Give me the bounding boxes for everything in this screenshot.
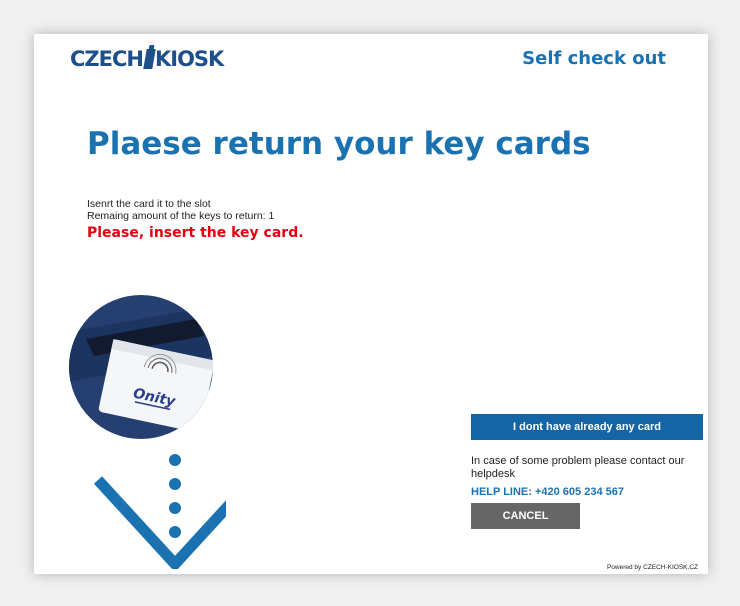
instruction-insert: Isenrt the card it to the slot: [87, 198, 211, 210]
card-insert-illustration: Onity: [69, 295, 226, 569]
page-section-title: Self check out: [522, 48, 666, 69]
page-title: Plaese return your key cards: [87, 126, 591, 162]
instruction-remaining: Remaing amount of the keys to return: 1: [87, 210, 275, 222]
instructions: Isenrt the card it to the slot Remaing a…: [87, 198, 274, 222]
helpdesk-text: In case of some problem please contact o…: [471, 455, 685, 480]
logo-key-mark-icon: [143, 49, 156, 69]
insert-warning: Please, insert the key card.: [87, 225, 304, 241]
logo-text-right: KIOSK: [154, 47, 224, 71]
down-arrow-icon: [93, 454, 226, 569]
kiosk-screen: CZECH KIOSK Self check out Plaese return…: [34, 34, 708, 574]
card-reader-icon: Onity: [69, 295, 213, 439]
logo-text-left: CZECH: [70, 47, 144, 71]
help-line-phone: HELP LINE: +420 605 234 567: [471, 486, 624, 498]
cancel-button[interactable]: CANCEL: [471, 503, 580, 529]
powered-by-footer: Powered by CZECH-KIOSK.CZ: [606, 564, 698, 571]
czech-kiosk-logo: CZECH KIOSK: [70, 46, 224, 72]
no-card-button[interactable]: I dont have already any card: [471, 414, 703, 440]
